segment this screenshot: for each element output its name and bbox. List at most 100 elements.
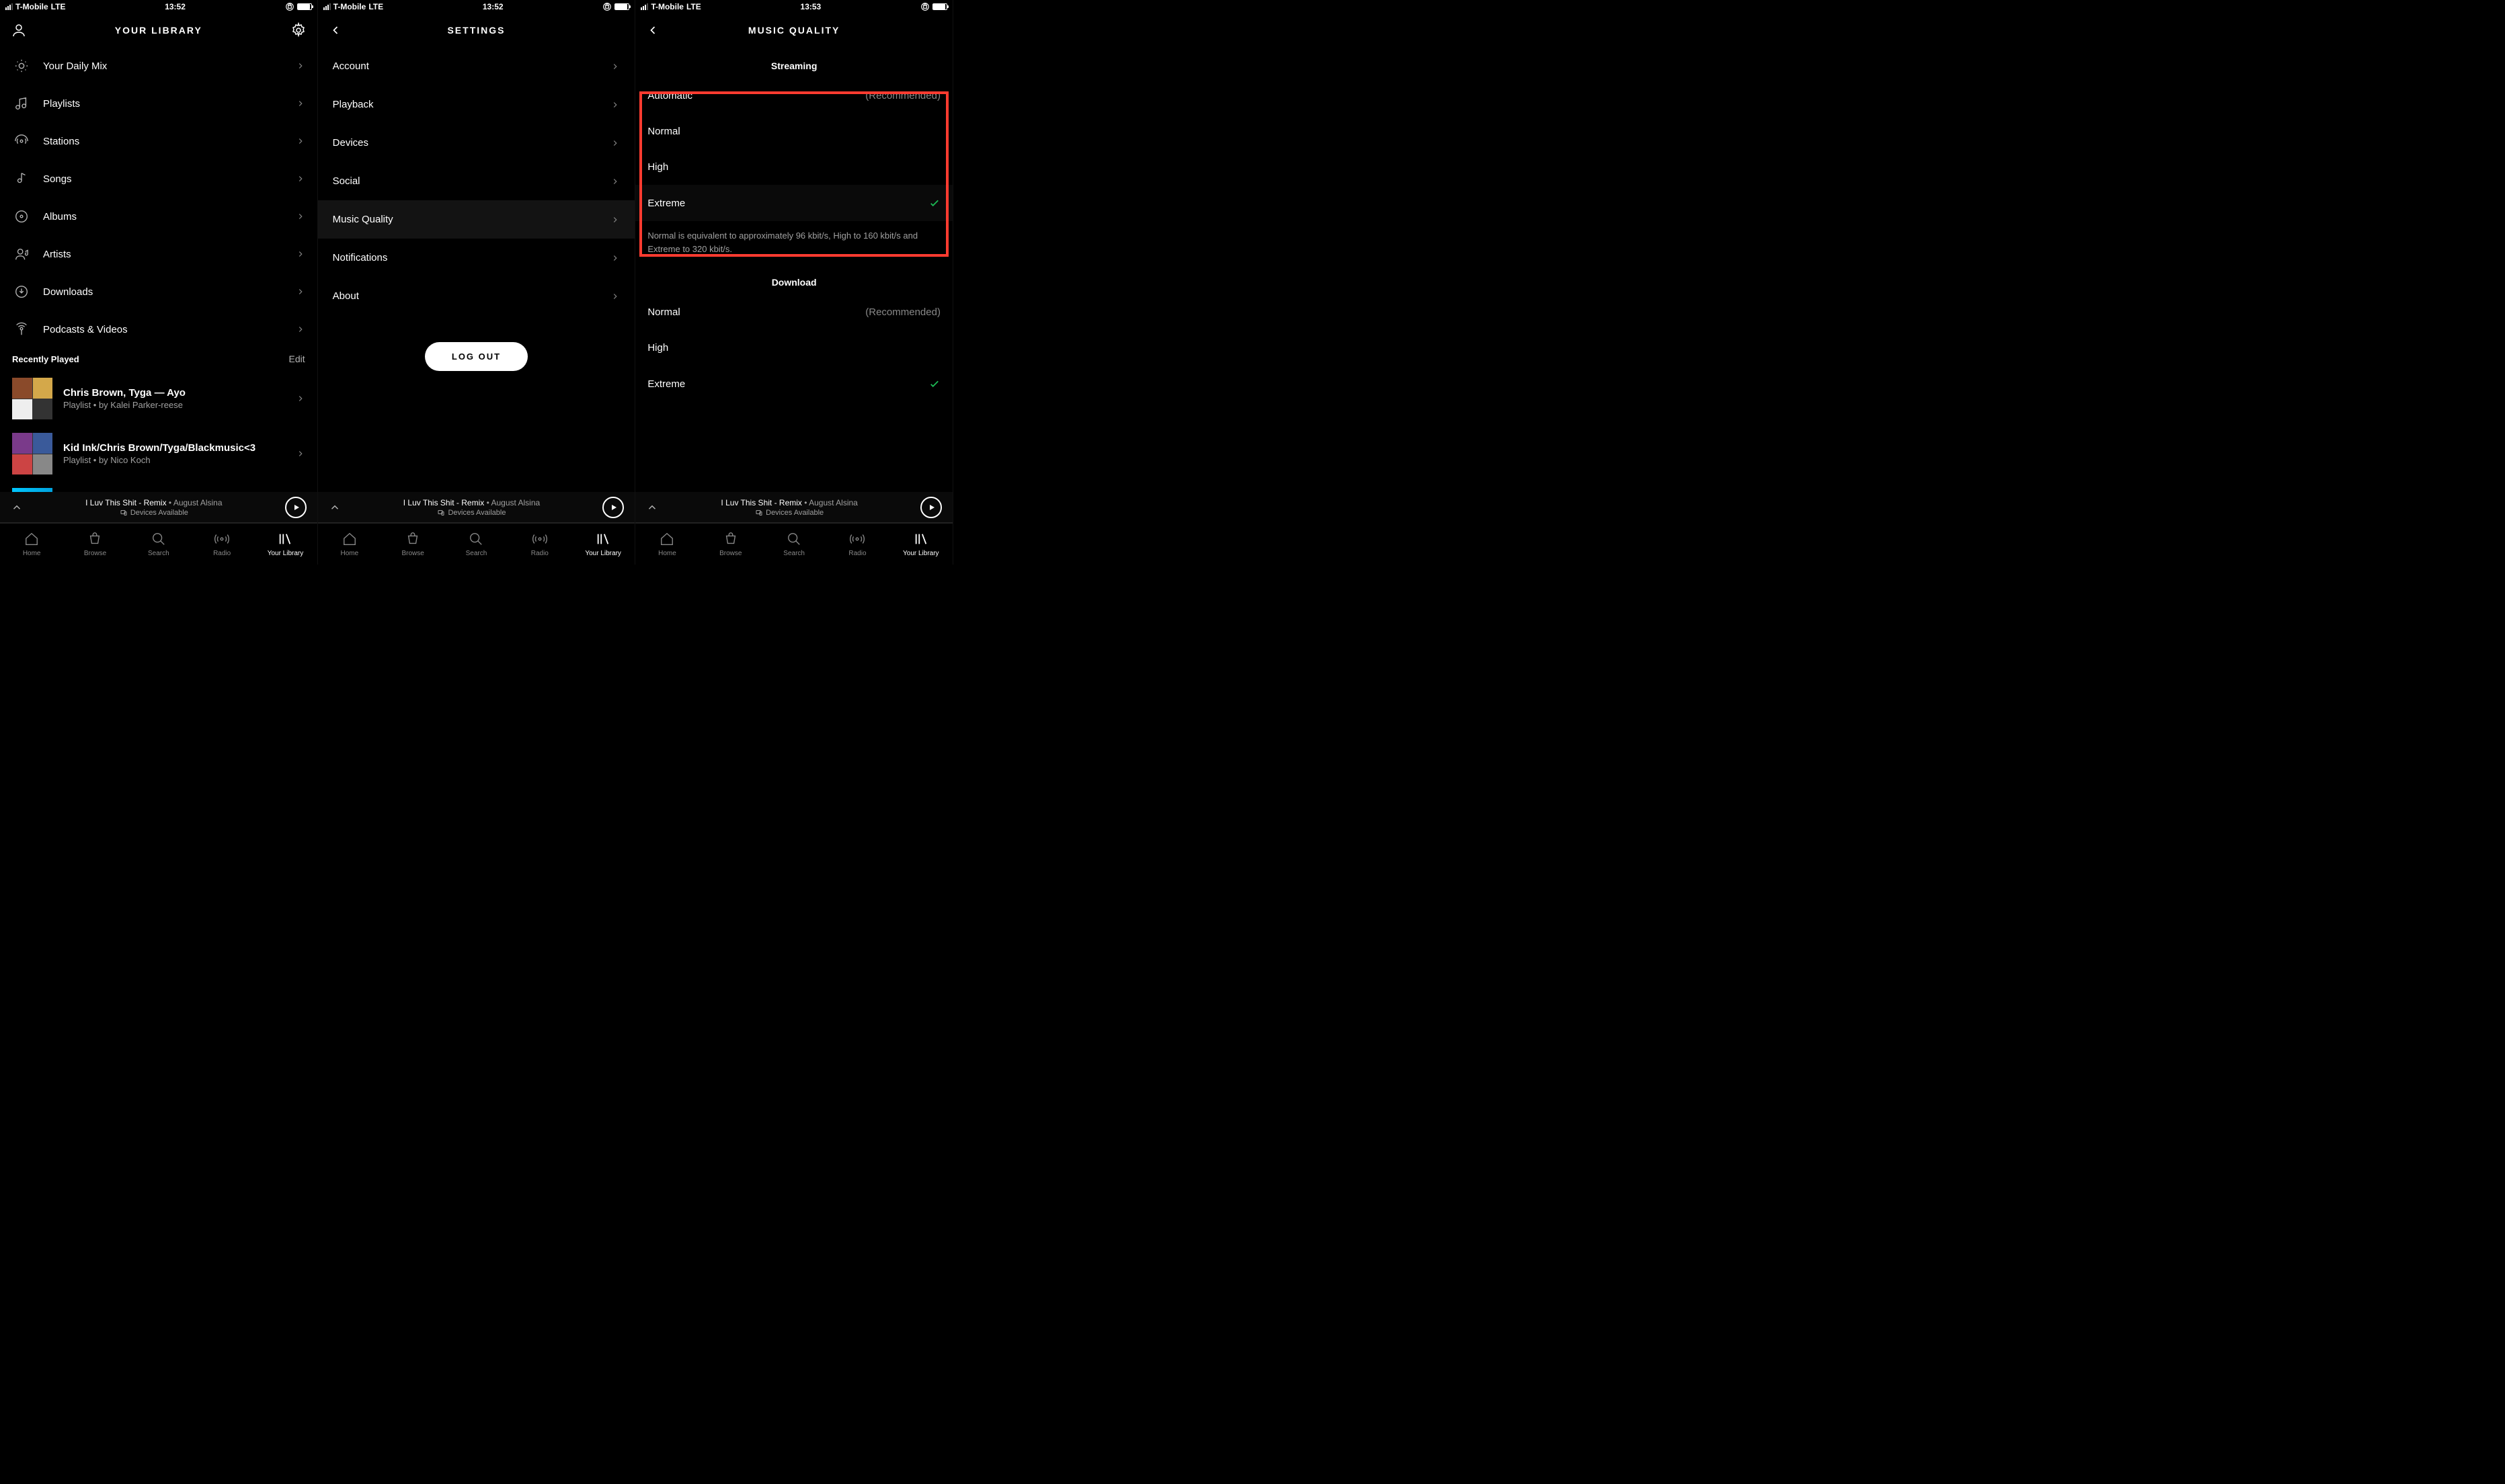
quality-normal[interactable]: Normal bbox=[635, 114, 953, 149]
settings-music-quality[interactable]: Music Quality bbox=[318, 200, 635, 239]
carrier-label: T-Mobile bbox=[651, 2, 684, 11]
quality-high[interactable]: High bbox=[635, 149, 953, 185]
tab-library[interactable]: Your Library bbox=[253, 524, 317, 565]
settings-account[interactable]: Account bbox=[318, 47, 635, 85]
settings-label: About bbox=[333, 290, 611, 302]
clock: 13:52 bbox=[165, 2, 186, 11]
nav-daily-mix[interactable]: Your Daily Mix bbox=[0, 47, 317, 85]
nav-label: Artists bbox=[43, 249, 296, 260]
tab-browse[interactable]: Browse bbox=[381, 524, 444, 565]
settings-devices[interactable]: Devices bbox=[318, 124, 635, 162]
now-playing-bar[interactable]: I Luv This Shit - Remix • August Alsina … bbox=[0, 492, 317, 523]
clock: 13:52 bbox=[483, 2, 504, 11]
signal-icon bbox=[323, 3, 331, 10]
network-label: LTE bbox=[686, 2, 701, 11]
recent-subtitle: Playlist • by Kalei Parker-reese bbox=[63, 400, 296, 410]
artist-icon bbox=[14, 247, 29, 261]
recent-title: Chris Brown, Tyga — Ayo bbox=[63, 387, 296, 399]
play-button[interactable] bbox=[285, 497, 307, 518]
profile-button[interactable] bbox=[11, 22, 27, 38]
download-header: Download bbox=[635, 263, 953, 294]
devices-available[interactable]: Devices Available bbox=[341, 509, 603, 517]
chevron-up-icon[interactable] bbox=[329, 501, 341, 513]
now-playing-bar[interactable]: I Luv This Shit - Remix • August Alsina … bbox=[318, 492, 635, 523]
play-icon bbox=[928, 503, 936, 511]
tab-browse[interactable]: Browse bbox=[699, 524, 762, 565]
library-icon bbox=[914, 532, 928, 546]
devices-available[interactable]: Devices Available bbox=[23, 509, 285, 517]
song-icon bbox=[14, 171, 29, 186]
carrier-label: T-Mobile bbox=[333, 2, 366, 11]
search-icon bbox=[151, 532, 166, 546]
tab-home[interactable]: Home bbox=[318, 524, 381, 565]
tab-search[interactable]: Search bbox=[762, 524, 826, 565]
tab-library[interactable]: Your Library bbox=[571, 524, 635, 565]
tab-home[interactable]: Home bbox=[635, 524, 699, 565]
network-label: LTE bbox=[51, 2, 66, 11]
play-button[interactable] bbox=[920, 497, 942, 518]
recent-item[interactable]: Kid Ink/Chris Brown/Tyga/Blackmusic<3 Pl… bbox=[0, 426, 317, 481]
quality-label: Normal bbox=[647, 126, 941, 137]
settings-about[interactable]: About bbox=[318, 277, 635, 315]
nav-albums[interactable]: Albums bbox=[0, 198, 317, 235]
nav-playlists[interactable]: Playlists bbox=[0, 85, 317, 122]
chevron-right-icon bbox=[296, 212, 305, 221]
search-icon bbox=[469, 532, 483, 546]
back-button[interactable] bbox=[646, 24, 660, 37]
devices-icon bbox=[755, 509, 763, 517]
library-icon bbox=[596, 532, 610, 546]
music-note-icon bbox=[14, 96, 29, 111]
quality-automatic[interactable]: Automatic (Recommended) bbox=[635, 78, 953, 114]
nav-downloads[interactable]: Downloads bbox=[0, 273, 317, 311]
nav-stations[interactable]: Stations bbox=[0, 122, 317, 160]
album-icon bbox=[14, 209, 29, 224]
recent-item[interactable]: Don't Wanna Know Album • by Maroon 5 bbox=[0, 481, 317, 492]
tab-library[interactable]: Your Library bbox=[889, 524, 953, 565]
nav-songs[interactable]: Songs bbox=[0, 160, 317, 198]
tab-search[interactable]: Search bbox=[127, 524, 190, 565]
now-playing-bar[interactable]: I Luv This Shit - Remix • August Alsina … bbox=[635, 492, 953, 523]
nav-podcasts[interactable]: Podcasts & Videos bbox=[0, 311, 317, 348]
chevron-up-icon[interactable] bbox=[646, 501, 658, 513]
quality-label: High bbox=[647, 161, 941, 173]
chevron-left-icon bbox=[329, 24, 342, 37]
profile-icon bbox=[11, 22, 27, 38]
nav-artists[interactable]: Artists bbox=[0, 235, 317, 273]
settings-notifications[interactable]: Notifications bbox=[318, 239, 635, 277]
chevron-up-icon[interactable] bbox=[11, 501, 23, 513]
nav-label: Podcasts & Videos bbox=[43, 324, 296, 335]
tab-bar: Home Browse Search Radio Your Library bbox=[318, 523, 635, 565]
header: YOUR LIBRARY bbox=[0, 13, 317, 47]
download-normal[interactable]: Normal (Recommended) bbox=[635, 294, 953, 330]
library-panel: T-Mobile LTE 13:52 YOUR LIBRARY Your Dai… bbox=[0, 0, 318, 565]
download-high[interactable]: High bbox=[635, 330, 953, 366]
header: SETTINGS bbox=[318, 13, 635, 47]
settings-playback[interactable]: Playback bbox=[318, 85, 635, 124]
devices-available[interactable]: Devices Available bbox=[658, 509, 920, 517]
tab-radio[interactable]: Radio bbox=[826, 524, 889, 565]
back-button[interactable] bbox=[329, 24, 342, 37]
recent-item[interactable]: Chris Brown, Tyga — Ayo Playlist • by Ka… bbox=[0, 371, 317, 426]
download-icon bbox=[14, 284, 29, 299]
settings-button[interactable] bbox=[290, 22, 307, 38]
tab-home[interactable]: Home bbox=[0, 524, 63, 565]
playlist-thumbnail bbox=[12, 433, 52, 475]
settings-social[interactable]: Social bbox=[318, 162, 635, 200]
tab-radio[interactable]: Radio bbox=[508, 524, 571, 565]
logout-button[interactable]: LOG OUT bbox=[425, 342, 528, 371]
quality-extreme[interactable]: Extreme bbox=[635, 185, 953, 221]
orientation-lock-icon bbox=[602, 2, 612, 11]
radio-tab-icon bbox=[214, 532, 229, 546]
chevron-right-icon bbox=[296, 61, 305, 71]
settings-label: Account bbox=[333, 60, 611, 72]
check-icon bbox=[928, 197, 941, 209]
tab-search[interactable]: Search bbox=[444, 524, 508, 565]
quality-label: Extreme bbox=[647, 198, 928, 209]
header: MUSIC QUALITY bbox=[635, 13, 953, 47]
edit-button[interactable]: Edit bbox=[289, 354, 305, 364]
play-button[interactable] bbox=[602, 497, 624, 518]
download-extreme[interactable]: Extreme bbox=[635, 366, 953, 402]
tab-radio[interactable]: Radio bbox=[190, 524, 253, 565]
tab-browse[interactable]: Browse bbox=[63, 524, 126, 565]
devices-icon bbox=[120, 509, 128, 517]
